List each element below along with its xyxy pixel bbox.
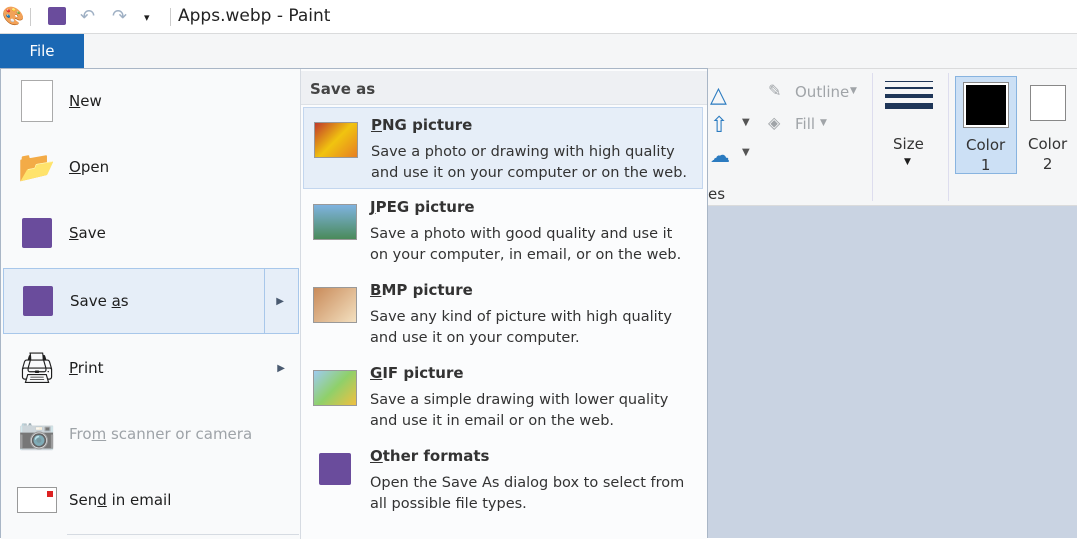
file-menu-commands: New 📂 Open Save Save as ▶ 🖨 Print ▶ 📷 From sc… <box>1 69 301 539</box>
gif-picture-icon <box>313 370 357 406</box>
save-as-bmp[interactable]: BMP picture Save any kind of picture with… <box>303 273 703 355</box>
callout-shape-icon[interactable]: ☁ <box>710 143 730 167</box>
menu-item-open[interactable]: 📂 Open <box>3 135 299 199</box>
new-document-icon <box>13 77 61 125</box>
submenu-arrow-icon: ▶ <box>276 295 284 307</box>
save-as-icon <box>14 277 62 325</box>
save-as-jpeg[interactable]: JPEG picture Save a photo with good quali… <box>303 190 703 272</box>
paint-app-icon[interactable]: 🎨 <box>2 6 24 27</box>
undo-icon[interactable]: ↶ <box>80 6 95 27</box>
quick-save-icon[interactable] <box>48 7 66 25</box>
menu-item-save-as[interactable]: Save as ▶ <box>3 268 299 334</box>
save-as-png[interactable]: PNG picture Save a photo or drawing with … <box>303 107 703 189</box>
file-tab[interactable]: File <box>0 34 84 68</box>
divider <box>170 8 171 26</box>
shapes-scroll-down[interactable]: ▼ <box>742 117 750 128</box>
divider <box>30 8 31 26</box>
jpeg-picture-icon <box>313 204 357 240</box>
menu-item-from-scanner: 📷 From scanner or camera <box>3 402 299 466</box>
triangle-shape-icon[interactable]: △ <box>710 83 727 108</box>
size-lines-icon[interactable] <box>885 81 933 109</box>
email-icon <box>13 476 61 524</box>
menu-item-new[interactable]: New <box>3 69 299 133</box>
color1-button[interactable]: Color 1 <box>955 76 1017 174</box>
scanner-icon: 📷 <box>18 416 56 452</box>
divider <box>67 534 299 535</box>
submenu-title: Save as <box>301 71 707 105</box>
open-folder-icon: 📂 <box>18 149 56 185</box>
chevron-down-icon: ▼ <box>850 86 857 96</box>
color1-label: Color 1 <box>966 136 1006 174</box>
chevron-down-icon: ▼ <box>820 118 827 128</box>
fill-bucket-icon: ◈ <box>768 113 781 132</box>
divider <box>948 73 949 201</box>
color2-label[interactable]: Color 2 <box>1028 134 1067 174</box>
menu-item-print[interactable]: 🖨 Print ▶ <box>3 336 299 400</box>
menu-item-save[interactable]: Save <box>3 201 299 265</box>
submenu-arrow-icon: ▶ <box>277 362 285 374</box>
outline-button[interactable]: Outline <box>795 83 849 101</box>
file-menu: New 📂 Open Save Save as ▶ 🖨 Print ▶ 📷 From sc… <box>0 68 708 539</box>
title-bar: 🎨 ↶ ↷ ▾ Apps.webp - Paint <box>0 0 1077 34</box>
chevron-down-icon: ▼ <box>904 157 911 167</box>
shapes-group-label: es <box>708 185 726 203</box>
save-as-submenu: Save as PNG picture Save a photo or drawi… <box>301 69 707 539</box>
redo-icon[interactable]: ↷ <box>112 6 127 27</box>
size-button[interactable]: Size <box>893 135 924 153</box>
customize-quick-access-icon[interactable]: ▾ <box>144 11 150 24</box>
color1-swatch <box>966 85 1006 125</box>
save-as-gif[interactable]: GIF picture Save a simple drawing with lo… <box>303 356 703 438</box>
save-as-other-formats[interactable]: Other formats Open the Save As dialog box… <box>303 439 703 521</box>
ribbon-tabs <box>0 34 1077 68</box>
arrow-up-shape-icon[interactable]: ⇧ <box>710 113 728 138</box>
divider <box>872 73 873 201</box>
other-formats-save-icon <box>319 453 351 485</box>
printer-icon: 🖨 <box>17 350 57 386</box>
save-icon <box>13 209 61 257</box>
fill-button[interactable]: Fill <box>795 115 815 133</box>
window-title: Apps.webp - Paint <box>178 6 331 26</box>
outline-pencil-icon: ✎ <box>768 81 782 100</box>
menu-item-send-email[interactable]: Send in email <box>3 468 299 532</box>
bmp-picture-icon <box>313 287 357 323</box>
png-picture-icon <box>314 122 358 158</box>
color2-swatch[interactable] <box>1030 85 1066 121</box>
shapes-expand[interactable]: ▼ <box>742 147 750 158</box>
